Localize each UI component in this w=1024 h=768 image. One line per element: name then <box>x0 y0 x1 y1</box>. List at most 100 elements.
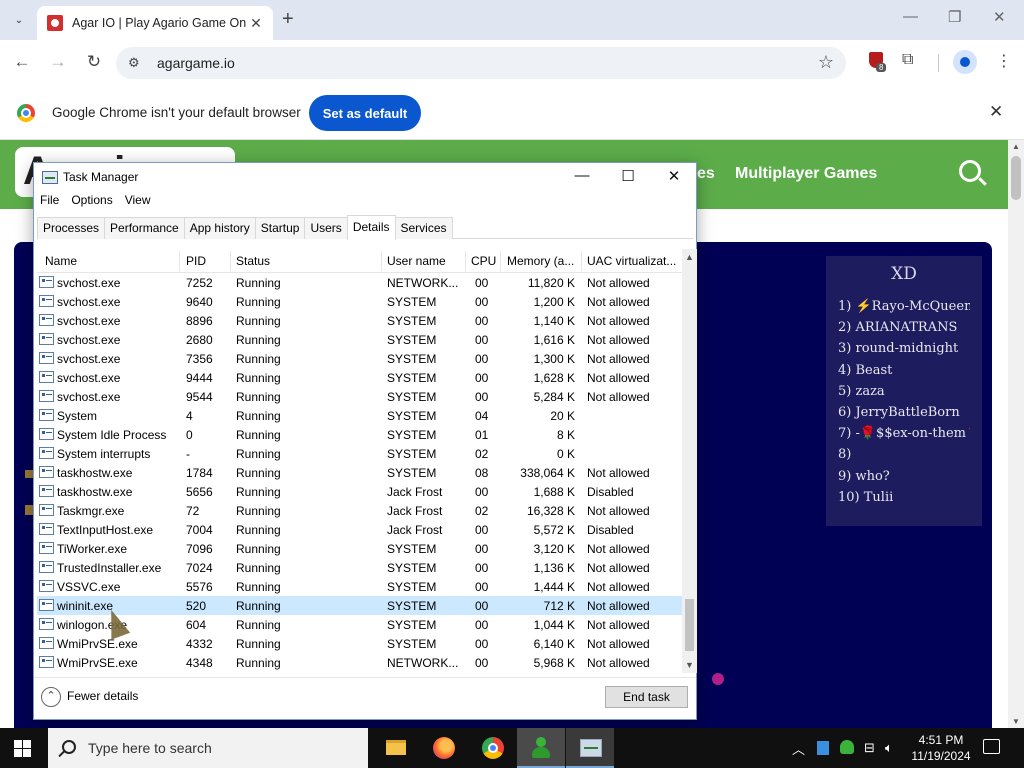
table-row[interactable]: WmiPrvSE.exe 4348 Running NETWORK... 00 5,968… <box>37 653 682 672</box>
taskbar-file-explorer[interactable] <box>370 728 418 768</box>
table-row[interactable]: Taskmgr.exe 72 Running Jack Frost 02 16,328 K… <box>37 501 682 520</box>
menu-file[interactable]: File <box>40 193 65 213</box>
column-header-memory[interactable]: Memory (a... <box>507 254 577 268</box>
table-row[interactable]: svchost.exe 2680 Running SYSTEM 00 1,616 K Not… <box>37 330 682 349</box>
column-header-name[interactable]: Name <box>45 254 77 268</box>
profile-avatar-icon[interactable] <box>953 50 977 74</box>
table-row[interactable]: winlogon.exe 604 Running SYSTEM 00 1,044 K Not… <box>37 615 682 634</box>
tab-processes[interactable]: Processes <box>37 217 106 239</box>
column-header-user-name[interactable]: User name <box>387 254 446 268</box>
new-tab-plus-icon[interactable]: + <box>282 8 294 31</box>
tray-app-icon[interactable] <box>817 741 829 755</box>
taskbar-task-manager[interactable] <box>566 728 614 768</box>
window-restore-icon[interactable]: ❐ <box>948 8 961 26</box>
column-divider[interactable] <box>500 251 501 271</box>
page-scrollbar[interactable]: ▲ ▼ <box>1008 140 1024 728</box>
task-manager-titlebar[interactable]: Task Manager — ☐ ✕ <box>34 163 696 191</box>
column-header-status[interactable]: Status <box>236 254 270 268</box>
table-row[interactable]: System interrupts - Running SYSTEM 02 0 K <box>37 444 682 463</box>
cell-uac: Not allowed <box>587 333 650 347</box>
table-row[interactable]: taskhostw.exe 5656 Running Jack Frost 00 1,68… <box>37 482 682 501</box>
window-minimize-icon[interactable]: — <box>903 8 918 25</box>
infobar-close-icon[interactable]: ✕ <box>989 102 1003 122</box>
column-divider[interactable] <box>179 251 180 271</box>
window-close-icon[interactable]: ✕ <box>993 8 1006 26</box>
tab-app-history[interactable]: App history <box>183 217 256 239</box>
column-divider[interactable] <box>381 251 382 271</box>
taskbar-search-box[interactable]: Type here to search <box>48 728 368 768</box>
network-icon[interactable]: ⊟ <box>864 740 875 756</box>
table-row[interactable]: wininit.exe 520 Running SYSTEM 00 712 K Not al… <box>37 596 682 615</box>
taskbar-clock[interactable]: 4:51 PM 11/19/2024 <box>907 732 975 764</box>
volume-icon[interactable]: 🔈︎ <box>885 740 893 756</box>
scroll-up-arrow-icon[interactable]: ▲ <box>685 252 694 262</box>
column-divider[interactable] <box>230 251 231 271</box>
browser-tab[interactable]: Agar IO | Play Agario Game On ✕ <box>37 6 273 40</box>
back-arrow-icon[interactable]: ← <box>12 52 32 72</box>
address-bar[interactable]: ⚙ agargame.io ☆ <box>116 47 846 79</box>
taskbar-chrome[interactable] <box>468 728 516 768</box>
menu-view[interactable]: View <box>125 193 157 213</box>
nav-link-multiplayer-games[interactable]: Multiplayer Games <box>735 165 877 183</box>
column-header-pid[interactable]: PID <box>186 254 206 268</box>
fewer-details-link[interactable]: Fewer details <box>67 689 138 703</box>
table-row[interactable]: taskhostw.exe 1784 Running SYSTEM 08 338,064 … <box>37 463 682 482</box>
table-row[interactable]: svchost.exe 9544 Running SYSTEM 00 5,284 K Not… <box>37 387 682 406</box>
cell-name: WmiPrvSE.exe <box>57 656 138 670</box>
tab-startup[interactable]: Startup <box>254 217 306 239</box>
column-header-cpu[interactable]: CPU <box>471 254 496 268</box>
scroll-down-arrow-icon[interactable]: ▼ <box>685 660 694 670</box>
tab-details[interactable]: Details <box>346 215 396 240</box>
more-menu-kebab-icon[interactable]: ⋮ <box>996 51 1012 71</box>
extensions-puzzle-icon[interactable]: ⧉ <box>902 51 913 69</box>
scroll-up-arrow-icon[interactable]: ▲ <box>1012 142 1020 151</box>
column-divider[interactable] <box>465 251 466 271</box>
menu-options[interactable]: Options <box>71 193 118 213</box>
tab-services[interactable]: Services <box>394 217 453 239</box>
column-header-uac[interactable]: UAC virtualizat... <box>587 254 682 268</box>
table-row[interactable]: System 4 Running SYSTEM 04 20 K <box>37 406 682 425</box>
table-row[interactable]: VSSVC.exe 5576 Running SYSTEM 00 1,444 K Not a… <box>37 577 682 596</box>
nav-link-partial[interactable]: es <box>697 165 715 183</box>
end-task-button[interactable]: End task <box>605 686 688 708</box>
table-row[interactable]: svchost.exe 9444 Running SYSTEM 00 1,628 K Not… <box>37 368 682 387</box>
tab-close-icon[interactable]: ✕ <box>247 15 265 32</box>
table-row[interactable]: svchost.exe 7252 Running NETWORK... 00 11,820… <box>37 273 682 292</box>
tab-users[interactable]: Users <box>304 217 348 239</box>
table-row[interactable]: TiWorker.exe 7096 Running SYSTEM 00 3,120 K No… <box>37 539 682 558</box>
tab-search-chevron-icon[interactable]: ⌄ <box>6 8 32 32</box>
table-row[interactable]: svchost.exe 9640 Running SYSTEM 00 1,200 K Not… <box>37 292 682 311</box>
site-info-tune-icon[interactable]: ⚙ <box>128 55 140 71</box>
table-row[interactable]: TrustedInstaller.exe 7024 Running SYSTEM 00 1… <box>37 558 682 577</box>
notifications-icon[interactable] <box>983 739 1000 754</box>
table-scrollbar[interactable]: ▲ ▼ <box>682 249 697 673</box>
taskbar-search-placeholder[interactable]: Type here to search <box>88 740 212 756</box>
tm-minimize-icon[interactable]: — <box>572 167 592 184</box>
table-row[interactable]: svchost.exe 8896 Running SYSTEM 00 1,140 K Not… <box>37 311 682 330</box>
table-scrollbar-thumb[interactable] <box>685 599 694 651</box>
taskbar-firefox[interactable] <box>419 728 467 768</box>
tray-people-icon[interactable] <box>840 740 854 754</box>
table-row[interactable]: WmiPrvSE.exe 4332 Running SYSTEM 00 6,140 K No… <box>37 634 682 653</box>
bookmark-star-icon[interactable]: ☆ <box>818 52 834 73</box>
taskbar-people-app[interactable] <box>517 728 565 768</box>
reload-icon[interactable]: ↻ <box>84 52 104 72</box>
tm-close-icon[interactable]: ✕ <box>664 167 684 185</box>
default-browser-infobar: Google Chrome isn't your default browser… <box>0 86 1024 140</box>
tm-maximize-icon[interactable]: ☐ <box>618 167 638 185</box>
column-divider[interactable] <box>581 251 582 271</box>
page-scrollbar-thumb[interactable] <box>1011 156 1021 200</box>
tab-performance[interactable]: Performance <box>104 217 185 239</box>
tray-overflow-chevron-icon[interactable]: ︿ <box>792 739 805 758</box>
table-row[interactable]: svchost.exe 7356 Running SYSTEM 00 1,300 K Not… <box>37 349 682 368</box>
forward-arrow-icon[interactable]: → <box>48 52 68 72</box>
fewer-details-chevron-icon[interactable]: ⌃ <box>41 687 61 707</box>
scroll-down-arrow-icon[interactable]: ▼ <box>1012 717 1020 726</box>
start-windows-icon[interactable] <box>14 740 31 757</box>
cell-cpu: 00 <box>475 523 489 537</box>
table-row[interactable]: System Idle Process 0 Running SYSTEM 01 8 K <box>37 425 682 444</box>
set-as-default-button[interactable]: Set as default <box>309 95 421 131</box>
table-row[interactable]: TextInputHost.exe 7004 Running Jack Frost 00… <box>37 520 682 539</box>
url-text[interactable]: agargame.io <box>157 55 235 71</box>
site-search-icon[interactable] <box>959 160 981 182</box>
